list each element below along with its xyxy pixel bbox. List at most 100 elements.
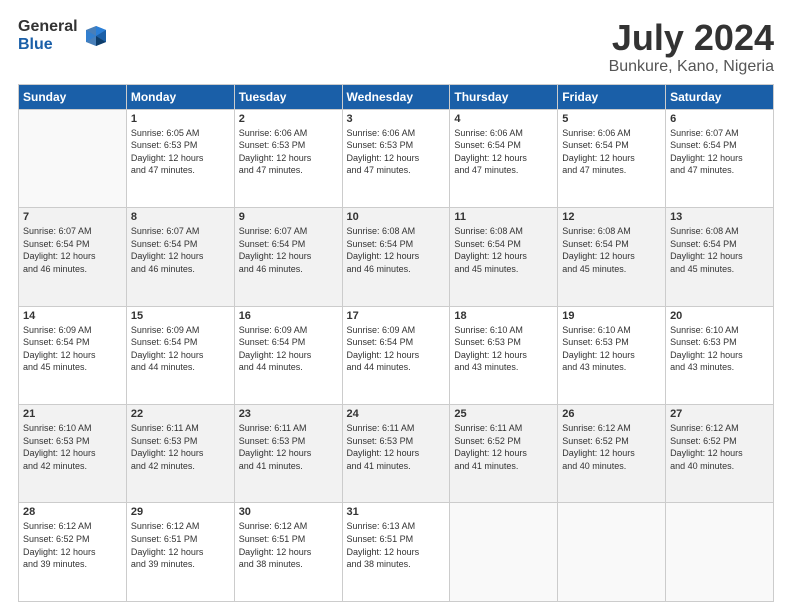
cell-5-1: 28 Sunrise: 6:12 AM Sunset: 6:52 PM Dayli… <box>19 503 127 602</box>
header-row: Sunday Monday Tuesday Wednesday Thursday… <box>19 84 774 109</box>
day-number: 14 <box>23 310 122 322</box>
day-number: 13 <box>670 211 769 223</box>
col-monday: Monday <box>126 84 234 109</box>
logo-icon <box>82 22 110 50</box>
page: General Blue July 2024 Bunkure, Kano, Ni… <box>0 0 792 612</box>
day-number: 31 <box>347 506 446 518</box>
cell-text: Sunrise: 6:12 AM Sunset: 6:52 PM Dayligh… <box>23 520 122 570</box>
week-row-5: 28 Sunrise: 6:12 AM Sunset: 6:52 PM Dayli… <box>19 503 774 602</box>
day-number: 30 <box>239 506 338 518</box>
day-number: 25 <box>454 408 553 420</box>
col-sunday: Sunday <box>19 84 127 109</box>
day-number: 1 <box>131 113 230 125</box>
day-number: 15 <box>131 310 230 322</box>
cell-4-6: 26 Sunrise: 6:12 AM Sunset: 6:52 PM Dayli… <box>558 405 666 503</box>
month-year: July 2024 <box>609 18 774 58</box>
cell-text: Sunrise: 6:07 AM Sunset: 6:54 PM Dayligh… <box>670 127 769 177</box>
cell-1-4: 3 Sunrise: 6:06 AM Sunset: 6:53 PM Daylig… <box>342 109 450 207</box>
title-block: July 2024 Bunkure, Kano, Nigeria <box>609 18 774 76</box>
cell-4-5: 25Sunrise: 6:11 AM Sunset: 6:52 PM Dayli… <box>450 405 558 503</box>
day-number: 28 <box>23 506 122 518</box>
cell-2-3: 9Sunrise: 6:07 AM Sunset: 6:54 PM Daylig… <box>234 208 342 306</box>
cell-text: Sunrise: 6:09 AM Sunset: 6:54 PM Dayligh… <box>23 324 122 374</box>
cell-2-4: 10Sunrise: 6:08 AM Sunset: 6:54 PM Dayli… <box>342 208 450 306</box>
col-tuesday: Tuesday <box>234 84 342 109</box>
cell-3-4: 17Sunrise: 6:09 AM Sunset: 6:54 PM Dayli… <box>342 306 450 404</box>
day-number: 20 <box>670 310 769 322</box>
day-number: 17 <box>347 310 446 322</box>
location: Bunkure, Kano, Nigeria <box>609 58 774 76</box>
col-thursday: Thursday <box>450 84 558 109</box>
cell-text: Sunrise: 6:06 AM Sunset: 6:53 PM Dayligh… <box>347 127 446 177</box>
cell-text: Sunrise: 6:09 AM Sunset: 6:54 PM Dayligh… <box>131 324 230 374</box>
logo-general: General <box>18 18 78 36</box>
week-row-3: 14 Sunrise: 6:09 AM Sunset: 6:54 PM Dayli… <box>19 306 774 404</box>
day-number: 21 <box>23 408 122 420</box>
cell-text: Sunrise: 6:06 AM Sunset: 6:54 PM Dayligh… <box>454 127 553 177</box>
cell-text: Sunrise: 6:12 AM Sunset: 6:52 PM Dayligh… <box>562 422 661 472</box>
cell-1-6: 5 Sunrise: 6:06 AM Sunset: 6:54 PM Daylig… <box>558 109 666 207</box>
cell-text: Sunrise: 6:08 AM Sunset: 6:54 PM Dayligh… <box>562 225 661 275</box>
cell-1-5: 4 Sunrise: 6:06 AM Sunset: 6:54 PM Daylig… <box>450 109 558 207</box>
week-row-4: 21 Sunrise: 6:10 AM Sunset: 6:53 PM Dayli… <box>19 405 774 503</box>
day-number: 6 <box>670 113 769 125</box>
day-number: 24 <box>347 408 446 420</box>
cell-3-6: 19 Sunrise: 6:10 AM Sunset: 6:53 PM Dayli… <box>558 306 666 404</box>
cell-2-1: 7 Sunrise: 6:07 AM Sunset: 6:54 PM Daylig… <box>19 208 127 306</box>
cell-text: Sunrise: 6:13 AM Sunset: 6:51 PM Dayligh… <box>347 520 446 570</box>
cell-2-6: 12Sunrise: 6:08 AM Sunset: 6:54 PM Dayli… <box>558 208 666 306</box>
cell-text: Sunrise: 6:08 AM Sunset: 6:54 PM Dayligh… <box>454 225 553 275</box>
day-number: 4 <box>454 113 553 125</box>
cell-1-1 <box>19 109 127 207</box>
logo-text: General Blue <box>18 18 78 53</box>
week-row-2: 7 Sunrise: 6:07 AM Sunset: 6:54 PM Daylig… <box>19 208 774 306</box>
cell-1-3: 2Sunrise: 6:06 AM Sunset: 6:53 PM Daylig… <box>234 109 342 207</box>
cell-text: Sunrise: 6:06 AM Sunset: 6:54 PM Dayligh… <box>562 127 661 177</box>
cell-4-4: 24Sunrise: 6:11 AM Sunset: 6:53 PM Dayli… <box>342 405 450 503</box>
cell-text: Sunrise: 6:06 AM Sunset: 6:53 PM Dayligh… <box>239 127 338 177</box>
day-number: 11 <box>454 211 553 223</box>
day-number: 19 <box>562 310 661 322</box>
cell-text: Sunrise: 6:11 AM Sunset: 6:53 PM Dayligh… <box>239 422 338 472</box>
cell-4-1: 21 Sunrise: 6:10 AM Sunset: 6:53 PM Dayli… <box>19 405 127 503</box>
cell-text: Sunrise: 6:11 AM Sunset: 6:53 PM Dayligh… <box>131 422 230 472</box>
cell-4-3: 23 Sunrise: 6:11 AM Sunset: 6:53 PM Dayli… <box>234 405 342 503</box>
cell-text: Sunrise: 6:12 AM Sunset: 6:52 PM Dayligh… <box>670 422 769 472</box>
header: General Blue July 2024 Bunkure, Kano, Ni… <box>18 18 774 76</box>
day-number: 9 <box>239 211 338 223</box>
cell-2-2: 8Sunrise: 6:07 AM Sunset: 6:54 PM Daylig… <box>126 208 234 306</box>
day-number: 23 <box>239 408 338 420</box>
cell-5-2: 29 Sunrise: 6:12 AM Sunset: 6:51 PM Dayli… <box>126 503 234 602</box>
day-number: 3 <box>347 113 446 125</box>
cell-text: Sunrise: 6:08 AM Sunset: 6:54 PM Dayligh… <box>347 225 446 275</box>
cell-2-5: 11 Sunrise: 6:08 AM Sunset: 6:54 PM Dayli… <box>450 208 558 306</box>
cell-text: Sunrise: 6:09 AM Sunset: 6:54 PM Dayligh… <box>239 324 338 374</box>
cell-text: Sunrise: 6:12 AM Sunset: 6:51 PM Dayligh… <box>131 520 230 570</box>
day-number: 18 <box>454 310 553 322</box>
day-number: 16 <box>239 310 338 322</box>
cell-5-6 <box>558 503 666 602</box>
logo: General Blue <box>18 18 110 53</box>
calendar-body: 1 Sunrise: 6:05 AM Sunset: 6:53 PM Daylig… <box>19 109 774 601</box>
cell-5-4: 31 Sunrise: 6:13 AM Sunset: 6:51 PM Dayli… <box>342 503 450 602</box>
day-number: 29 <box>131 506 230 518</box>
cell-text: Sunrise: 6:07 AM Sunset: 6:54 PM Dayligh… <box>23 225 122 275</box>
col-wednesday: Wednesday <box>342 84 450 109</box>
col-friday: Friday <box>558 84 666 109</box>
day-number: 5 <box>562 113 661 125</box>
day-number: 22 <box>131 408 230 420</box>
cell-text: Sunrise: 6:10 AM Sunset: 6:53 PM Dayligh… <box>562 324 661 374</box>
day-number: 7 <box>23 211 122 223</box>
cell-5-7 <box>666 503 774 602</box>
cell-text: Sunrise: 6:12 AM Sunset: 6:51 PM Dayligh… <box>239 520 338 570</box>
cell-4-2: 22 Sunrise: 6:11 AM Sunset: 6:53 PM Dayli… <box>126 405 234 503</box>
cell-1-7: 6 Sunrise: 6:07 AM Sunset: 6:54 PM Daylig… <box>666 109 774 207</box>
cell-text: Sunrise: 6:05 AM Sunset: 6:53 PM Dayligh… <box>131 127 230 177</box>
day-number: 26 <box>562 408 661 420</box>
cell-5-5 <box>450 503 558 602</box>
cell-5-3: 30 Sunrise: 6:12 AM Sunset: 6:51 PM Dayli… <box>234 503 342 602</box>
day-number: 27 <box>670 408 769 420</box>
logo-blue: Blue <box>18 36 78 54</box>
cell-1-2: 1 Sunrise: 6:05 AM Sunset: 6:53 PM Daylig… <box>126 109 234 207</box>
cell-text: Sunrise: 6:10 AM Sunset: 6:53 PM Dayligh… <box>23 422 122 472</box>
